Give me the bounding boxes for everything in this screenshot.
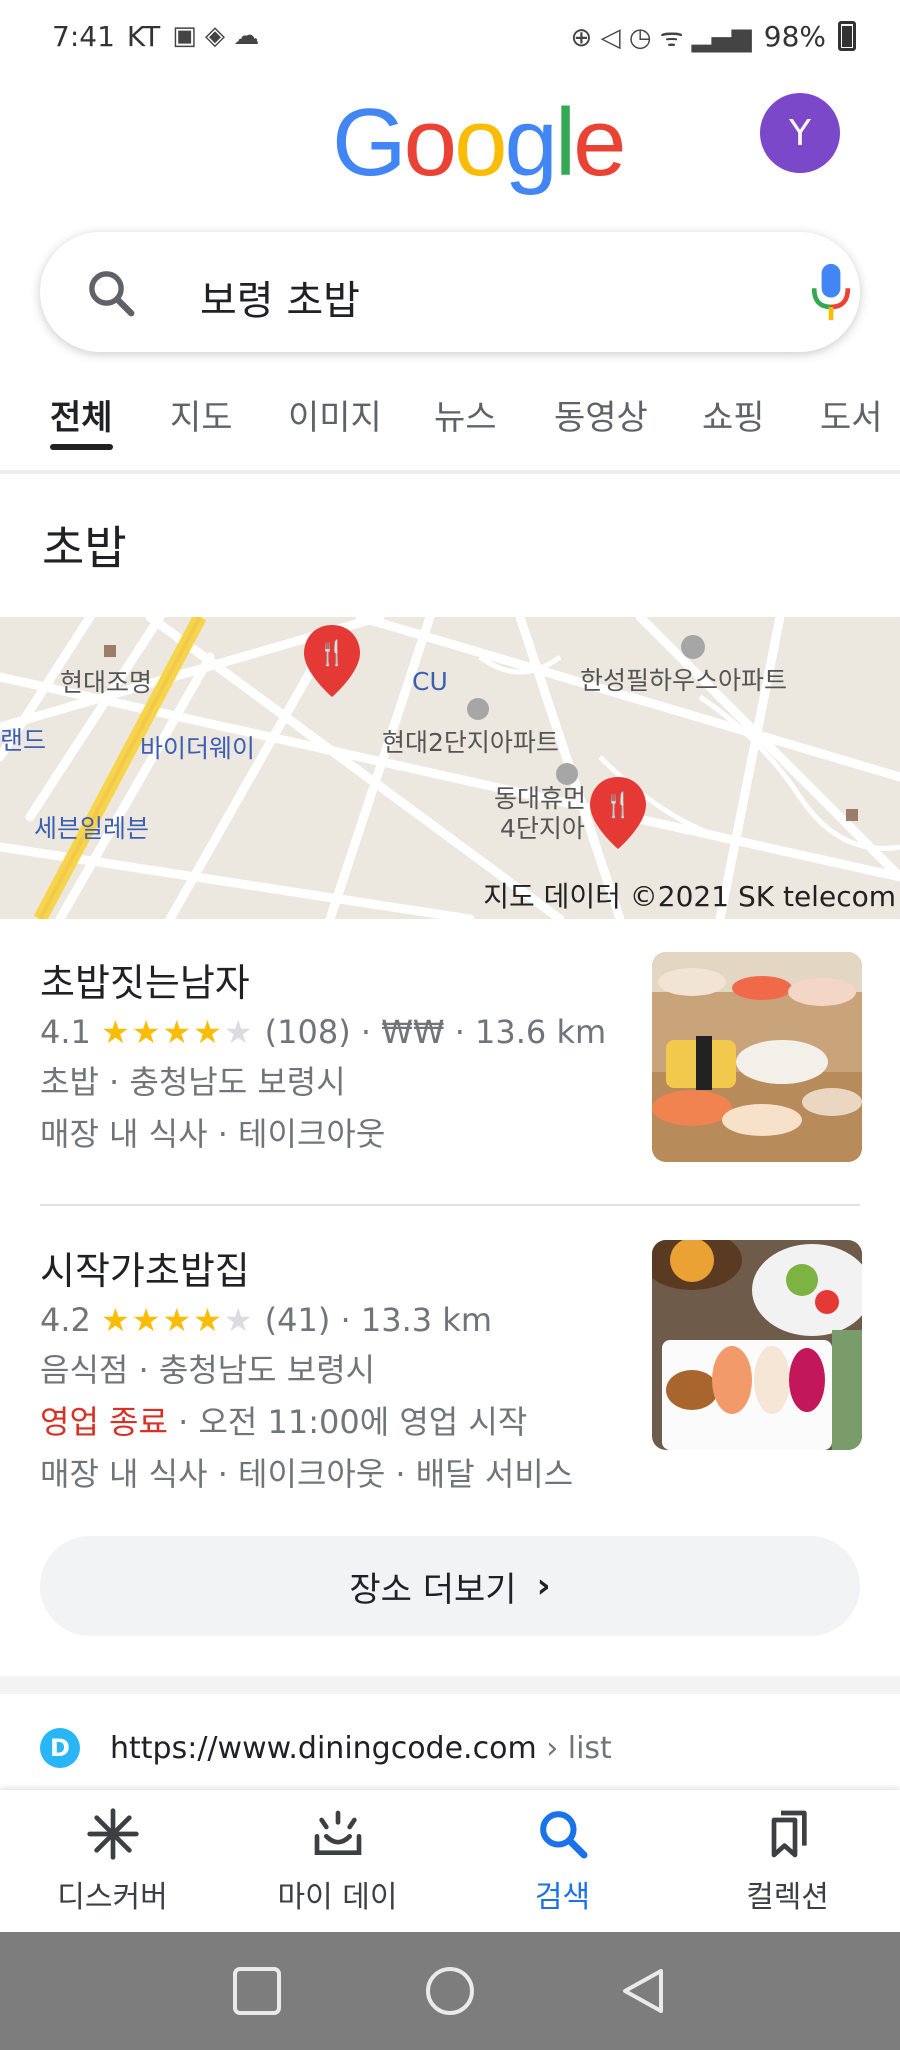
status-bar: 7:41 KT ▣ ◈ ☁ ⊕ ◁ ◷ ᯤ ▂▄▆ 98% xyxy=(0,0,900,72)
bookmarks-icon xyxy=(771,1810,807,1858)
status-carrier: KT xyxy=(126,19,161,53)
place-distance: 13.6 km xyxy=(475,1013,607,1051)
place-thumbnail[interactable] xyxy=(652,1240,862,1450)
map-copyright: 지도 데이터 ©2021 SK telecom xyxy=(483,880,896,913)
chevron-right-icon: › xyxy=(536,1566,551,1606)
nav-label: 마이 데이 xyxy=(277,1880,398,1915)
svg-text:🍴: 🍴 xyxy=(317,639,347,667)
asterisk-icon xyxy=(86,1808,139,1860)
search-icon xyxy=(539,1811,587,1859)
avatar-letter: Y xyxy=(789,112,811,154)
map-label: 한성필하우스아파트 xyxy=(580,666,788,695)
place-price: ₩₩ xyxy=(381,1013,445,1051)
tab-all[interactable]: 전체 xyxy=(50,390,113,450)
notification-icons: ▣ ◈ ☁ xyxy=(172,21,260,51)
battery-percent: 98% xyxy=(763,19,826,53)
logo-letter: o xyxy=(403,89,457,196)
sunrise-icon xyxy=(314,1810,361,1855)
logo-letter: o xyxy=(454,89,507,196)
rating-stars-icon: ★★★★★ xyxy=(101,1013,255,1051)
place-rating: 4.1 xyxy=(40,1013,91,1051)
tab-images[interactable]: 이미지 xyxy=(288,390,382,439)
search-tabs: 전체 지도 이미지 뉴스 동영상 쇼핑 도서 xyxy=(0,390,900,474)
tab-books[interactable]: 도서 xyxy=(820,390,883,439)
map-label: CU xyxy=(412,667,448,696)
logo-letter: g xyxy=(504,89,557,196)
map-pin-icon[interactable]: 🍴 xyxy=(304,625,360,697)
place-result[interactable]: 초밥짓는남자 4.1 ★★★★★ (108) · ₩₩ · 13.6 km 초밥… xyxy=(40,952,862,1164)
tab-maps[interactable]: 지도 xyxy=(170,390,233,439)
tab-videos[interactable]: 동영상 xyxy=(554,390,648,439)
map-label: 4단지아 xyxy=(500,814,585,843)
place-hours: 오전 11:00에 영업 시작 xyxy=(198,1403,528,1441)
search-icon[interactable] xyxy=(84,266,138,320)
map-label: 현대조명 xyxy=(60,668,153,697)
bottom-navigation: 디스커버 마이 데이 검색 컬렉션 xyxy=(0,1790,900,1932)
map-pin-icon[interactable]: 🍴 xyxy=(590,777,646,849)
system-status-icons: ⊕ ◁ ◷ ᯤ ▂▄▆ xyxy=(570,23,752,53)
map-label: 랜드 xyxy=(0,726,47,755)
map-label: 바이더웨이 xyxy=(140,734,256,763)
place-rating: 4.2 xyxy=(40,1301,91,1339)
web-result-url[interactable]: https://www.diningcode.com xyxy=(110,1731,537,1766)
place-reviews: (108) xyxy=(264,1013,351,1051)
battery-icon xyxy=(838,21,856,51)
more-places-label: 장소 더보기 xyxy=(349,1569,517,1610)
system-navigation-bar xyxy=(0,1932,900,2050)
section-separator xyxy=(0,1676,900,1694)
search-box[interactable]: 보령 초밥 xyxy=(40,232,860,352)
google-logo[interactable]: Google xyxy=(332,88,627,198)
results-divider xyxy=(40,1204,860,1206)
place-distance: 13.3 km xyxy=(360,1301,492,1339)
more-places-button[interactable]: 장소 더보기 › xyxy=(40,1536,860,1636)
nav-discover[interactable]: 디스커버 xyxy=(0,1790,225,1932)
nav-my-day[interactable]: 마이 데이 xyxy=(225,1790,450,1932)
web-result-path: › list xyxy=(546,1730,612,1766)
place-thumbnail[interactable] xyxy=(652,952,862,1162)
place-status: 영업 종료 xyxy=(40,1403,168,1441)
nav-search[interactable]: 검색 xyxy=(450,1790,675,1932)
tab-shopping[interactable]: 쇼핑 xyxy=(702,390,765,439)
nav-label: 컬렉션 xyxy=(746,1880,829,1915)
tab-news[interactable]: 뉴스 xyxy=(434,390,497,439)
section-title: 초밥 xyxy=(42,521,127,575)
status-time: 7:41 xyxy=(52,19,115,53)
rating-stars-icon: ★★★★★ xyxy=(101,1301,255,1339)
map-label: 현대2단지아파트 xyxy=(382,728,559,757)
back-icon[interactable] xyxy=(617,1965,669,2017)
account-avatar[interactable]: Y xyxy=(760,93,840,173)
place-result[interactable]: 시작가초밥집 4.2 ★★★★★ (41) · 13.3 km 음식점 · 충청… xyxy=(40,1240,862,1500)
microphone-icon[interactable] xyxy=(808,262,854,322)
logo-letter: l xyxy=(554,89,576,196)
nav-label: 검색 xyxy=(534,1880,591,1915)
svg-text:🍴: 🍴 xyxy=(603,791,633,819)
logo-letter: G xyxy=(332,89,407,196)
nav-collections[interactable]: 컬렉션 xyxy=(675,1790,900,1932)
site-favicon-icon: D xyxy=(40,1728,80,1768)
tabs-divider xyxy=(0,470,900,474)
recent-apps-icon[interactable] xyxy=(231,1965,283,2017)
web-result-source[interactable]: D https://www.diningcode.com › list xyxy=(40,1728,612,1768)
place-services: 매장 내 식사 · 테이크아웃 · 배달 서비스 xyxy=(40,1455,574,1493)
place-reviews: (41) xyxy=(264,1301,331,1339)
map-view[interactable]: 🍴 🍴 현대조명 CU 한성필하우스아파트 바이더웨이 현대2단지아파트 랜드 … xyxy=(0,617,900,919)
search-input[interactable]: 보령 초밥 xyxy=(200,268,360,326)
nav-label: 디스커버 xyxy=(57,1880,168,1915)
logo-letter: e xyxy=(573,89,626,196)
home-icon[interactable] xyxy=(424,1965,476,2017)
map-label: 세븐일레븐 xyxy=(34,814,150,843)
